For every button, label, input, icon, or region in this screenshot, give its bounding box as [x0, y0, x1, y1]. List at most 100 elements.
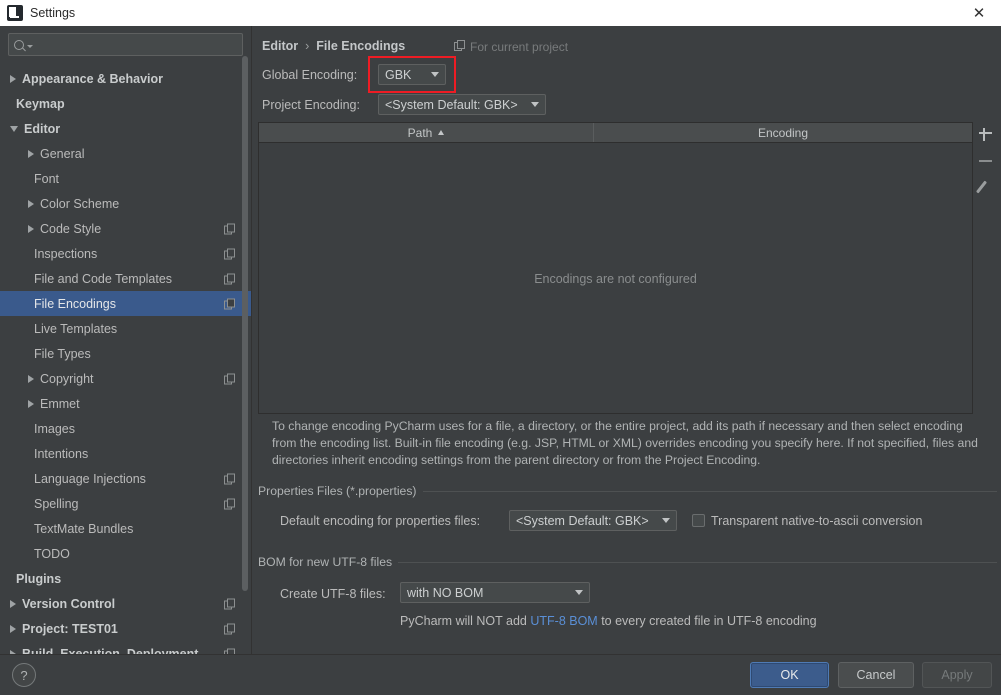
sidebar-item-version-control[interactable]: Version Control: [0, 591, 251, 616]
sidebar-item-keymap[interactable]: Keymap: [0, 91, 251, 116]
search-container: [0, 26, 251, 56]
transparent-native-to-ascii-checkbox[interactable]: [692, 514, 705, 527]
sidebar-item-todo[interactable]: TODO: [0, 541, 251, 566]
chevron-right-icon[interactable]: [10, 624, 16, 633]
pycharm-logo-icon: [7, 5, 23, 21]
transparent-native-to-ascii-label[interactable]: Transparent native-to-ascii conversion: [711, 514, 922, 528]
default-properties-encoding-value: <System Default: GBK>: [516, 513, 649, 528]
sidebar-item-inspections[interactable]: Inspections: [0, 241, 251, 266]
settings-content-panel: Editor › File Encodings For current proj…: [252, 26, 1001, 654]
window-title: Settings: [30, 6, 76, 20]
apply-button[interactable]: Apply: [922, 662, 992, 688]
sidebar-item-label: Language Injections: [34, 471, 146, 486]
chevron-right-icon[interactable]: [28, 224, 34, 233]
sidebar-item-code-style[interactable]: Code Style: [0, 216, 251, 241]
default-properties-encoding-dropdown[interactable]: <System Default: GBK>: [509, 510, 677, 531]
sidebar-item-label: Plugins: [16, 571, 62, 586]
sidebar-item-plugins[interactable]: Plugins: [0, 566, 251, 591]
sidebar-item-label: Build, Execution, Deployment: [22, 646, 199, 655]
sidebar-item-label: Code Style: [40, 221, 102, 236]
column-header-path-label: Path: [407, 125, 433, 140]
sidebar-item-general[interactable]: General: [0, 141, 251, 166]
chevron-right-icon[interactable]: [28, 399, 34, 408]
remove-encoding-button[interactable]: [975, 148, 997, 174]
encodings-table[interactable]: Path Encoding Encodings are not configur…: [258, 122, 973, 414]
breadcrumb-separator: ›: [305, 39, 310, 53]
search-icon: [14, 39, 24, 50]
sidebar-item-label: Intentions: [34, 446, 89, 461]
column-header-encoding-label: Encoding: [757, 125, 809, 140]
project-scope-icon: [224, 273, 235, 284]
add-encoding-button[interactable]: [975, 122, 997, 148]
sidebar-item-live-templates[interactable]: Live Templates: [0, 316, 251, 341]
settings-tree: Appearance & Behavior Keymap Editor General…: [0, 66, 251, 654]
ok-button[interactable]: OK: [750, 662, 829, 688]
chevron-right-icon[interactable]: [10, 74, 16, 83]
sidebar-item-spelling[interactable]: Spelling: [0, 491, 251, 516]
project-encoding-label: Project Encoding:: [262, 98, 360, 112]
project-scope-icon: [224, 623, 235, 634]
sidebar-item-file-types[interactable]: File Types: [0, 341, 251, 366]
search-input[interactable]: [8, 33, 243, 56]
sidebar-item-intentions[interactable]: Intentions: [0, 441, 251, 466]
sidebar-item-color-scheme[interactable]: Color Scheme: [0, 191, 251, 216]
project-scope-icon: [224, 498, 235, 509]
sidebar-item-project-test01[interactable]: Project: TEST01: [0, 616, 251, 641]
sidebar-item-file-encodings[interactable]: File Encodings: [0, 291, 251, 316]
cancel-button[interactable]: Cancel: [838, 662, 914, 688]
bom-section-title: BOM for new UTF-8 files: [258, 555, 399, 569]
sidebar-item-label: Images: [34, 421, 75, 436]
sidebar-item-copyright[interactable]: Copyright: [0, 366, 251, 391]
sidebar-item-label: File and Code Templates: [34, 271, 173, 286]
sidebar-item-label: Project: TEST01: [22, 621, 118, 636]
empty-state-text: Encodings are not configured: [534, 271, 697, 286]
sidebar-item-images[interactable]: Images: [0, 416, 251, 441]
utf8-bom-link[interactable]: UTF-8 BOM: [530, 614, 597, 628]
chevron-right-icon[interactable]: [28, 199, 34, 208]
scope-note-label: For current project: [470, 40, 569, 54]
sidebar-item-label: Spelling: [34, 496, 79, 511]
sidebar-item-appearance-behavior[interactable]: Appearance & Behavior: [0, 66, 251, 91]
chevron-down-icon: [27, 44, 33, 48]
chevron-right-icon[interactable]: [28, 374, 34, 383]
chevron-down-icon[interactable]: [10, 125, 18, 132]
breadcrumb-current: File Encodings: [316, 39, 406, 53]
sidebar-item-label: Appearance & Behavior: [22, 71, 164, 86]
sidebar-item-textmate-bundles[interactable]: TextMate Bundles: [0, 516, 251, 541]
sidebar-item-label: File Encodings: [34, 296, 116, 311]
edit-encoding-button[interactable]: [975, 174, 997, 200]
sidebar-item-emmet[interactable]: Emmet: [0, 391, 251, 416]
dialog-button-bar: ? OK Cancel Apply: [0, 654, 1001, 695]
chevron-right-icon[interactable]: [10, 599, 16, 608]
chevron-right-icon[interactable]: [28, 149, 34, 158]
project-scope-icon: [224, 598, 235, 609]
close-icon[interactable]: ✕: [957, 0, 1001, 26]
project-encoding-dropdown[interactable]: <System Default: GBK>: [378, 94, 546, 115]
project-scope-icon: [224, 373, 235, 384]
sidebar-item-font[interactable]: Font: [0, 166, 251, 191]
table-header: Path Encoding: [259, 123, 972, 143]
create-utf8-files-dropdown[interactable]: with NO BOM: [400, 582, 590, 603]
sidebar-item-label: Keymap: [16, 96, 65, 111]
sidebar-scrollbar-thumb[interactable]: [242, 56, 248, 591]
sidebar-item-file-and-code-templates[interactable]: File and Code Templates: [0, 266, 251, 291]
sidebar-item-label: Copyright: [40, 371, 94, 386]
project-scope-icon: [224, 248, 235, 259]
help-button[interactable]: ?: [12, 663, 36, 687]
sidebar-item-label: Color Scheme: [40, 196, 120, 211]
default-properties-encoding-label: Default encoding for properties files:: [280, 514, 481, 528]
sidebar-item-build-execution-deployment[interactable]: Build, Execution, Deployment: [0, 641, 251, 654]
sidebar-item-label: General: [40, 146, 85, 161]
bom-note-suffix: to every created file in UTF-8 encoding: [597, 614, 817, 628]
create-utf8-files-label: Create UTF-8 files:: [280, 587, 386, 601]
sidebar-item-editor[interactable]: Editor: [0, 116, 251, 141]
sidebar-item-language-injections[interactable]: Language Injections: [0, 466, 251, 491]
bom-note-prefix: PyCharm will NOT add: [400, 614, 531, 628]
sidebar-item-label: File Types: [34, 346, 91, 361]
breadcrumb-parent[interactable]: Editor: [262, 39, 298, 53]
sidebar-item-label: Font: [34, 171, 60, 186]
column-header-encoding[interactable]: Encoding: [594, 123, 972, 142]
column-header-path[interactable]: Path: [259, 123, 594, 142]
create-utf8-files-value: with NO BOM: [407, 585, 484, 600]
sidebar-item-label: Live Templates: [34, 321, 118, 336]
